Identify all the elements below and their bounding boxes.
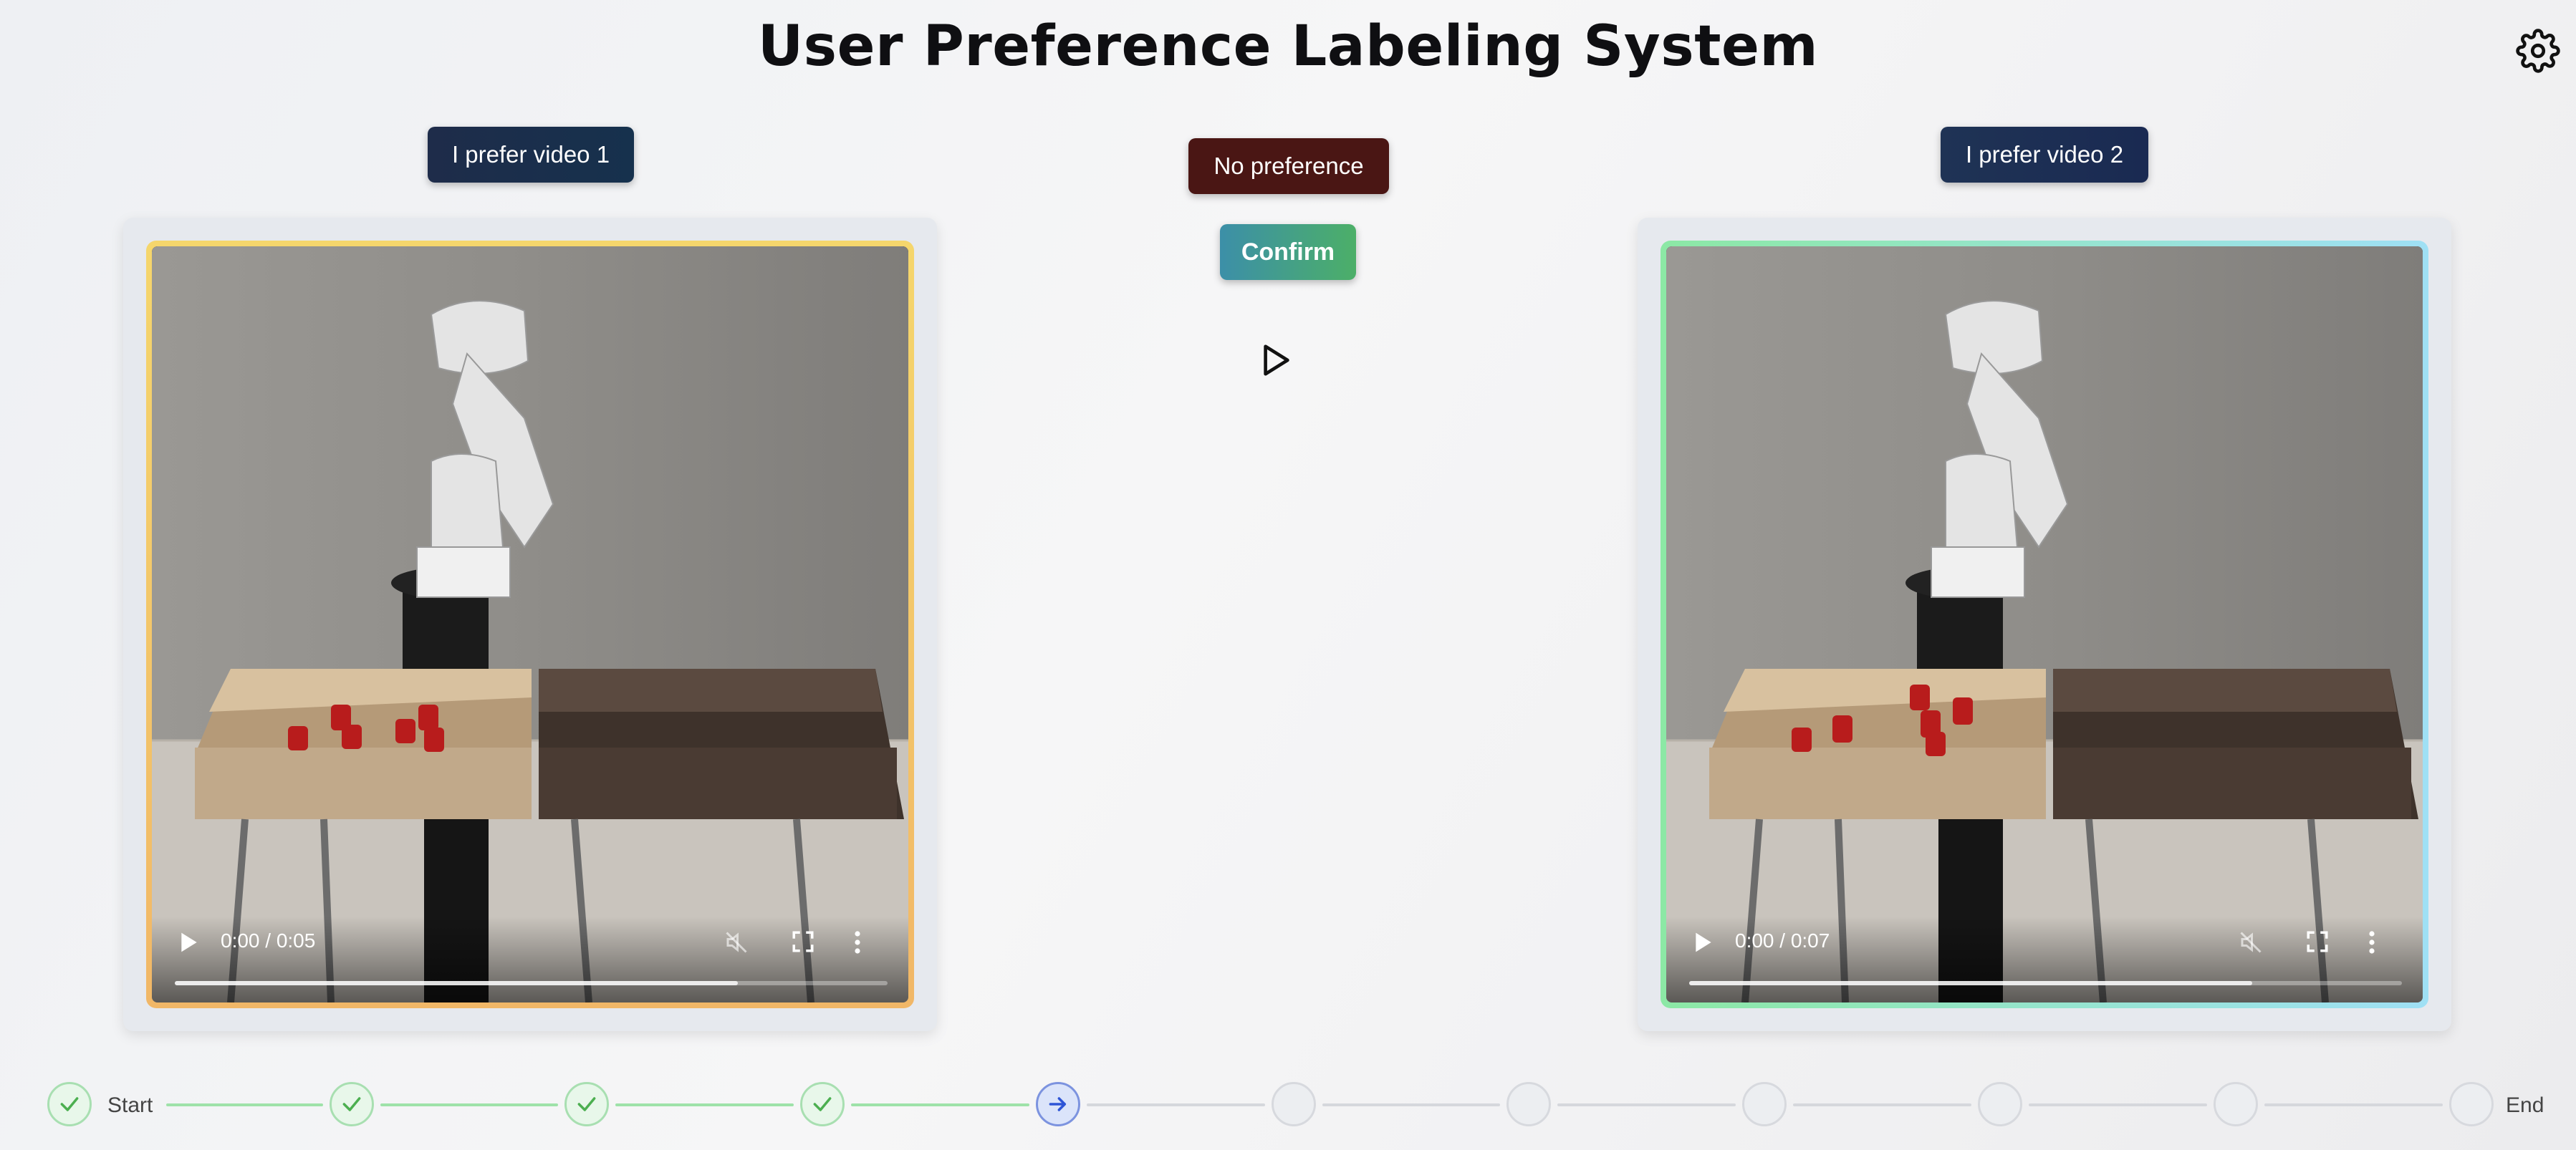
stepper-step bbox=[1742, 1082, 1787, 1126]
video-1-time: 0:00 / 0:05 bbox=[221, 929, 316, 952]
check-icon bbox=[60, 1097, 79, 1111]
stepper-connector bbox=[1087, 1103, 1265, 1106]
stepper-connector bbox=[166, 1103, 323, 1106]
stepper-step bbox=[47, 1082, 92, 1126]
video-2-progress-bar[interactable] bbox=[1689, 981, 2402, 985]
check-icon bbox=[342, 1097, 361, 1111]
mute-icon[interactable] bbox=[2238, 929, 2264, 955]
drawer-right bbox=[539, 669, 904, 819]
drawer-right bbox=[2053, 669, 2418, 819]
stepper-start-label: Start bbox=[107, 1093, 153, 1117]
stepper-step bbox=[2214, 1082, 2258, 1126]
robot-scene-image-1 bbox=[152, 246, 908, 1002]
video-2-player[interactable]: 0:00 / 0:07 bbox=[1666, 246, 2423, 1002]
gear-icon[interactable] bbox=[2516, 29, 2560, 73]
stepper-connector bbox=[1793, 1103, 1971, 1106]
video-2-card: 0:00 / 0:07 bbox=[1638, 218, 2451, 1031]
page-title: User Preference Labeling System bbox=[757, 14, 1819, 79]
drawer-left bbox=[1709, 669, 2046, 819]
prefer-video-2-button[interactable]: I prefer video 2 bbox=[1941, 127, 2148, 183]
stepper-connector bbox=[1322, 1103, 1500, 1106]
fullscreen-icon[interactable] bbox=[2305, 929, 2330, 954]
play-icon[interactable] bbox=[179, 931, 199, 954]
drawer-left bbox=[195, 669, 532, 819]
arrow-right-icon bbox=[1049, 1097, 1067, 1111]
video-1-frame: 0:00 / 0:05 bbox=[146, 241, 914, 1008]
stepper-connector bbox=[1557, 1103, 1736, 1106]
play-icon[interactable] bbox=[1693, 931, 1714, 954]
video-1-progress-bar[interactable] bbox=[175, 981, 888, 985]
more-options-icon[interactable] bbox=[2367, 929, 2377, 955]
stepper-step bbox=[564, 1082, 609, 1126]
prefer-video-1-button[interactable]: I prefer video 1 bbox=[428, 127, 634, 183]
video-1-controls: 0:00 / 0:05 bbox=[152, 917, 908, 1002]
stepper-connector bbox=[851, 1103, 1029, 1106]
video-1-progress-fill bbox=[175, 981, 739, 985]
progress-stepper: Start End bbox=[0, 1078, 2576, 1135]
stepper-connector bbox=[2264, 1103, 2443, 1106]
fullscreen-icon[interactable] bbox=[791, 929, 815, 954]
stepper-connector bbox=[2029, 1103, 2207, 1106]
stepper-step bbox=[1978, 1082, 2022, 1126]
video-2-frame: 0:00 / 0:07 bbox=[1661, 241, 2428, 1008]
play-icon[interactable] bbox=[1261, 342, 1292, 378]
stepper-connector bbox=[615, 1103, 794, 1106]
stepper-step bbox=[1272, 1082, 1316, 1126]
video-1-player[interactable]: 0:00 / 0:05 bbox=[152, 246, 908, 1002]
confirm-button[interactable]: Confirm bbox=[1220, 224, 1356, 280]
stepper-step bbox=[1036, 1082, 1080, 1126]
check-icon bbox=[813, 1097, 832, 1111]
stepper-connector bbox=[380, 1103, 558, 1106]
stepper-step bbox=[800, 1082, 845, 1126]
more-options-icon[interactable] bbox=[852, 929, 862, 955]
stepper-step bbox=[330, 1082, 374, 1126]
check-icon bbox=[577, 1097, 596, 1111]
stepper-step bbox=[2449, 1082, 2494, 1126]
stepper-end-label: End bbox=[2506, 1093, 2544, 1117]
video-2-progress-fill bbox=[1689, 981, 2253, 985]
no-preference-button[interactable]: No preference bbox=[1188, 138, 1389, 194]
video-2-controls: 0:00 / 0:07 bbox=[1666, 917, 2423, 1002]
robot-scene-image-2 bbox=[1666, 246, 2423, 1002]
video-1-card: 0:00 / 0:05 bbox=[123, 218, 937, 1031]
video-2-time: 0:00 / 0:07 bbox=[1735, 929, 1830, 952]
stepper-step bbox=[1506, 1082, 1551, 1126]
mute-icon[interactable] bbox=[724, 929, 749, 955]
